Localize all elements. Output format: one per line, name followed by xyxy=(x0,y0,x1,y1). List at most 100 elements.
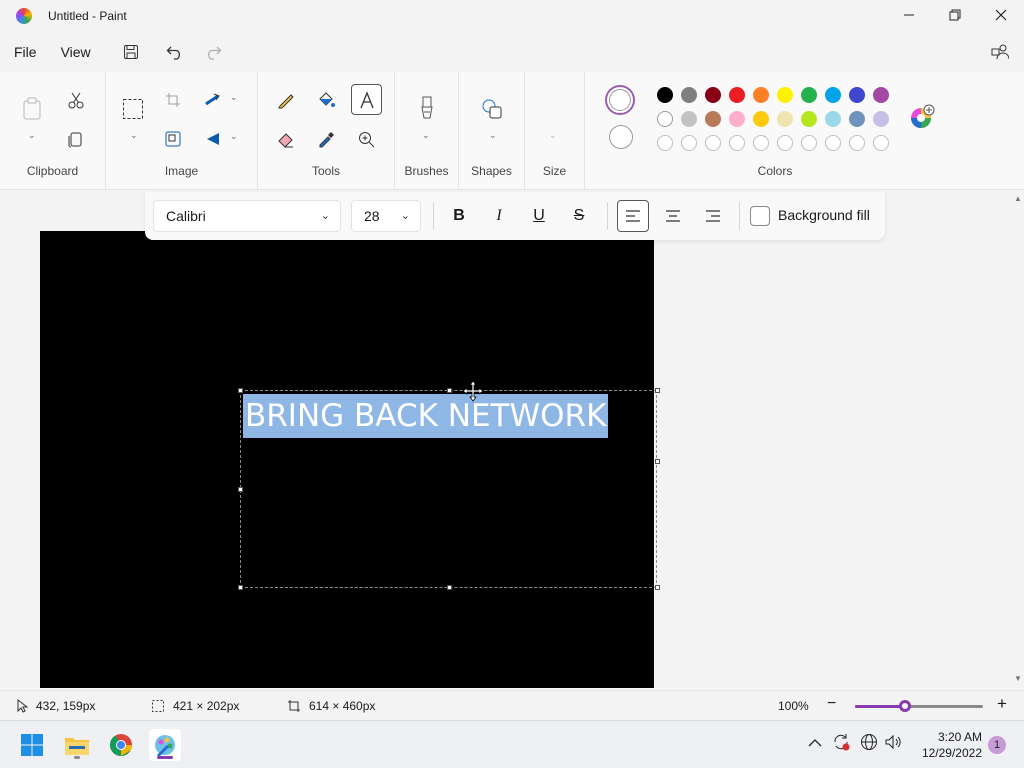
volume-button[interactable] xyxy=(884,733,902,754)
paint-taskbar-button[interactable] xyxy=(149,729,181,761)
eraser-button[interactable] xyxy=(271,124,301,154)
primary-color[interactable] xyxy=(605,85,635,115)
resize-handle[interactable] xyxy=(655,585,660,590)
chrome-button[interactable] xyxy=(105,729,137,761)
custom-color-slot[interactable] xyxy=(729,135,745,151)
copy-button[interactable] xyxy=(61,124,91,154)
notification-badge[interactable]: 1 xyxy=(988,736,1006,754)
resize-button[interactable] xyxy=(158,124,188,154)
color-swatch[interactable] xyxy=(849,87,865,103)
color-swatch[interactable] xyxy=(705,87,721,103)
color-swatch[interactable] xyxy=(777,111,793,127)
flip-button[interactable] xyxy=(198,124,228,154)
file-explorer-button[interactable] xyxy=(61,729,93,761)
custom-color-slot[interactable] xyxy=(849,135,865,151)
custom-color-slot[interactable] xyxy=(825,135,841,151)
align-left-button[interactable] xyxy=(617,200,649,232)
zoom-slider[interactable] xyxy=(855,700,983,712)
brushes-button[interactable] xyxy=(412,94,442,124)
bold-button[interactable]: B xyxy=(443,200,475,232)
color-swatch[interactable] xyxy=(681,87,697,103)
resize-handle[interactable] xyxy=(655,459,660,464)
paste-chevron-icon[interactable]: ⌄ xyxy=(28,130,36,141)
select-chevron-icon[interactable]: ⌄ xyxy=(130,130,138,141)
color-swatch[interactable] xyxy=(753,111,769,127)
undo-button[interactable] xyxy=(161,38,189,66)
zoom-slider-thumb[interactable] xyxy=(898,700,911,712)
zoom-out-button[interactable]: − xyxy=(827,695,836,713)
color-picker-button[interactable] xyxy=(311,124,341,154)
text-button[interactable] xyxy=(351,84,382,115)
color-swatch[interactable] xyxy=(777,87,793,103)
color-swatch[interactable] xyxy=(849,111,865,127)
redo-button[interactable] xyxy=(199,38,227,66)
size-chevron-icon[interactable]: ⌄ xyxy=(549,130,557,141)
custom-color-slot[interactable] xyxy=(801,135,817,151)
color-swatch[interactable] xyxy=(729,87,745,103)
color-swatch[interactable] xyxy=(729,111,745,127)
show-hidden-icons-button[interactable] xyxy=(808,735,822,751)
color-swatch[interactable] xyxy=(705,111,721,127)
network-button[interactable] xyxy=(860,733,878,754)
restore-button[interactable] xyxy=(932,0,978,30)
vertical-scrollbar[interactable]: ▲ ▼ xyxy=(1012,190,1024,688)
secondary-color[interactable] xyxy=(609,125,633,149)
share-button[interactable] xyxy=(986,38,1014,66)
resize-handle[interactable] xyxy=(238,388,243,393)
background-fill-checkbox[interactable] xyxy=(750,206,770,226)
rotate-button[interactable] xyxy=(198,85,228,115)
custom-color-slot[interactable] xyxy=(753,135,769,151)
fill-button[interactable] xyxy=(311,85,341,115)
font-family-select[interactable]: Calibri ⌄ xyxy=(153,200,341,232)
color-swatch[interactable] xyxy=(825,111,841,127)
start-button[interactable] xyxy=(16,729,48,761)
color-swatch[interactable] xyxy=(681,111,697,127)
crop-button[interactable] xyxy=(158,85,188,115)
menu-view[interactable]: View xyxy=(49,37,103,67)
zoom-in-button[interactable]: + xyxy=(997,694,1007,714)
align-right-button[interactable] xyxy=(697,200,729,232)
custom-color-slot[interactable] xyxy=(681,135,697,151)
color-swatch[interactable] xyxy=(801,87,817,103)
cut-button[interactable] xyxy=(61,85,91,115)
align-center-button[interactable] xyxy=(657,200,689,232)
color-swatch[interactable] xyxy=(873,87,889,103)
color-swatch[interactable] xyxy=(753,87,769,103)
rotate-chevron-icon[interactable]: ⌄ xyxy=(230,92,238,103)
shapes-button[interactable] xyxy=(477,94,507,124)
custom-color-slot[interactable] xyxy=(777,135,793,151)
color-swatch[interactable] xyxy=(873,111,889,127)
italic-button[interactable]: I xyxy=(483,200,515,232)
strikethrough-button[interactable]: S xyxy=(563,200,595,232)
resize-handle[interactable] xyxy=(447,585,452,590)
pencil-button[interactable] xyxy=(271,85,301,115)
custom-color-slot[interactable] xyxy=(705,135,721,151)
resize-handle[interactable] xyxy=(655,388,660,393)
sync-status-button[interactable] xyxy=(832,733,850,754)
scroll-up-icon[interactable]: ▲ xyxy=(1014,194,1022,203)
save-button[interactable] xyxy=(117,38,145,66)
close-button[interactable] xyxy=(978,0,1024,30)
custom-color-slot[interactable] xyxy=(873,135,889,151)
flip-chevron-icon[interactable]: ⌄ xyxy=(230,131,238,142)
brushes-chevron-icon[interactable]: ⌄ xyxy=(422,130,430,141)
font-size-select[interactable]: 28 ⌄ xyxy=(351,200,421,232)
underline-button[interactable]: U xyxy=(523,200,555,232)
paste-button[interactable] xyxy=(17,94,47,124)
resize-handle[interactable] xyxy=(238,487,243,492)
canvas-text[interactable]: BRING BACK NETWORK xyxy=(243,394,609,438)
magnifier-button[interactable] xyxy=(351,124,381,154)
shapes-chevron-icon[interactable]: ⌄ xyxy=(489,130,497,141)
color-swatch[interactable] xyxy=(657,111,673,127)
color-swatch[interactable] xyxy=(825,87,841,103)
color-swatch[interactable] xyxy=(657,87,673,103)
system-clock[interactable]: 3:20 AM 12/29/2022 xyxy=(912,729,982,761)
select-button[interactable] xyxy=(118,94,148,124)
scroll-down-icon[interactable]: ▼ xyxy=(1014,674,1022,683)
resize-handle[interactable] xyxy=(447,388,452,393)
minimize-button[interactable] xyxy=(886,0,932,30)
edit-colors-button[interactable] xyxy=(907,102,937,132)
resize-handle[interactable] xyxy=(238,585,243,590)
custom-color-slot[interactable] xyxy=(657,135,673,151)
color-swatch[interactable] xyxy=(801,111,817,127)
